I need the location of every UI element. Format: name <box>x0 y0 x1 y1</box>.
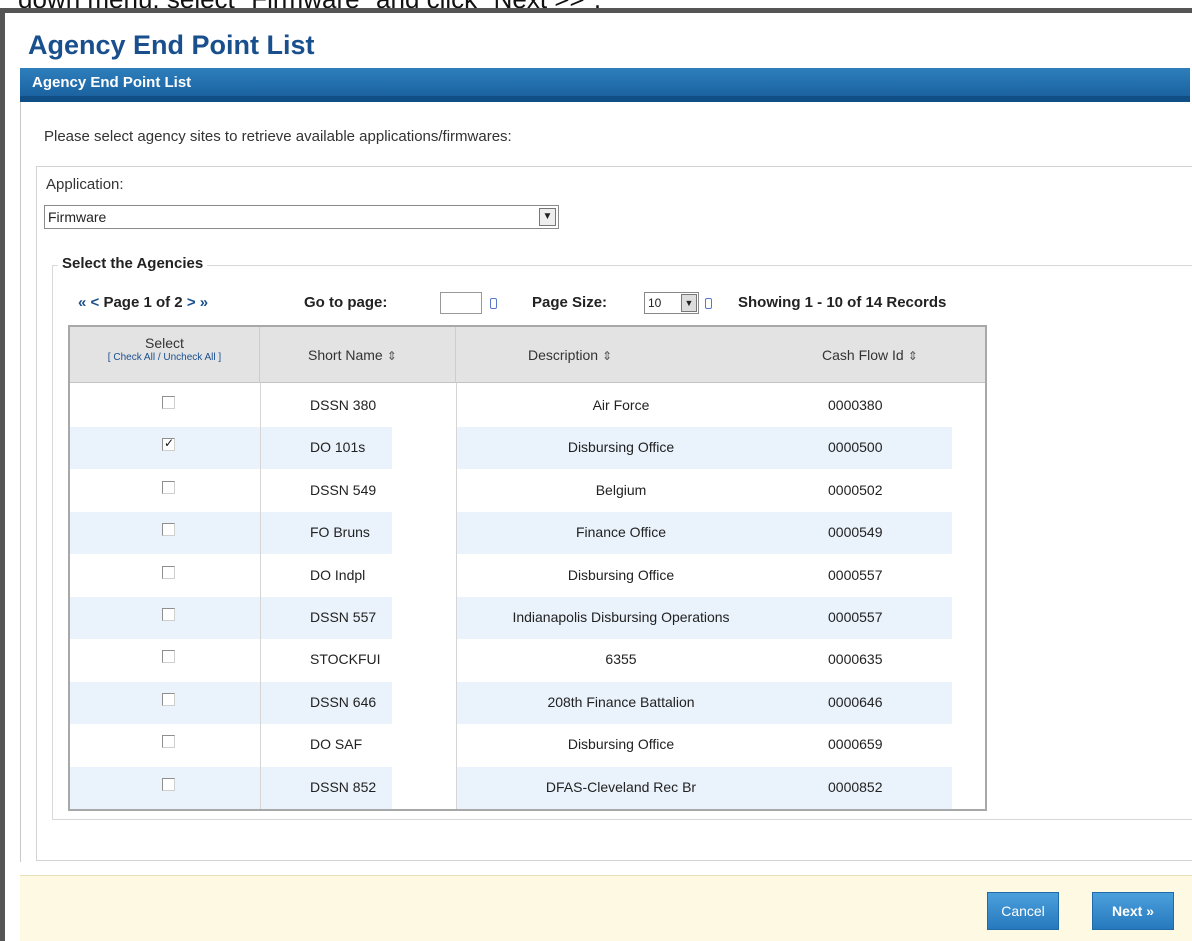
page-indicator: Page 1 of 2 <box>103 294 183 311</box>
application-label: Application: <box>46 176 124 193</box>
page-size-value: 10 <box>648 296 662 310</box>
header-cash-flow-id-label: Cash Flow Id <box>822 347 904 363</box>
table-row[interactable]: DO Indpl Disbursing Office 0000557 <box>70 555 985 597</box>
row-checkbox[interactable] <box>162 735 175 749</box>
cell-cash-flow-id: 0000380 <box>828 397 883 413</box>
sort-icon: ⇕ <box>602 349 613 363</box>
cell-description: Disbursing Office <box>567 566 675 583</box>
header-select-label: Select <box>145 335 184 351</box>
cell-description: Air Force <box>592 397 650 413</box>
column-divider <box>260 383 261 809</box>
checkmark-icon: ✓ <box>164 436 175 451</box>
column-divider <box>456 383 457 809</box>
page-size-spinner-icon[interactable] <box>705 298 712 309</box>
cell-short-name: DSSN 557 <box>310 609 377 625</box>
table-header: Select [ Check All / Uncheck All ] Short… <box>70 327 985 383</box>
next-page-link[interactable]: > <box>187 294 196 311</box>
column-gap <box>392 383 456 809</box>
last-page-link[interactable]: » <box>200 294 208 311</box>
row-checkbox[interactable] <box>162 650 175 664</box>
cell-short-name: DSSN 380 <box>310 397 377 413</box>
cell-cash-flow-id: 0000659 <box>828 736 883 753</box>
cell-description: Disbursing Office <box>567 736 675 753</box>
page-size-select[interactable]: 10 ▼ <box>644 292 699 314</box>
intro-text: Please select agency sites to retrieve a… <box>44 128 512 145</box>
sort-icon: ⇕ <box>907 349 918 363</box>
table-row[interactable]: DSSN 549 Belgium 0000502 <box>70 470 985 512</box>
cell-description: Indianapolis Disbursing Operations <box>512 609 730 625</box>
row-checkbox[interactable] <box>162 608 175 621</box>
table-row[interactable]: STOCKFUI 6355 0000635 <box>70 639 985 681</box>
cell-description: Belgium <box>595 481 647 498</box>
cell-description: DFAS-Cleveland Rec Br <box>545 778 697 795</box>
cell-short-name: DO 101s <box>310 439 366 456</box>
next-button[interactable]: Next » <box>1092 892 1174 930</box>
cell-cash-flow-id: 0000852 <box>828 778 883 795</box>
table-row[interactable]: DSSN 646 208th Finance Battalion 0000646 <box>70 681 985 724</box>
sort-icon: ⇕ <box>386 349 397 363</box>
cell-short-name: FO Bruns <box>310 524 370 541</box>
header-short-name[interactable]: Short Name ⇕ <box>260 327 456 383</box>
cell-short-name: DSSN 549 <box>310 481 377 498</box>
row-checkbox[interactable] <box>162 480 175 494</box>
first-page-link[interactable]: « <box>78 294 86 311</box>
header-short-name-label: Short Name <box>308 347 383 363</box>
header-cash-flow-id[interactable]: Cash Flow Id ⇕ <box>786 327 986 383</box>
application-select[interactable]: Firmware ▼ <box>44 205 559 229</box>
cell-short-name: DSSN 646 <box>310 693 377 710</box>
cell-description: Finance Office <box>575 524 666 541</box>
header-select: Select [ Check All / Uncheck All ] <box>70 327 260 383</box>
goto-page-input[interactable] <box>440 292 482 314</box>
cell-short-name: DO Indpl <box>310 566 366 583</box>
page-size-label: Page Size: <box>532 294 608 311</box>
cell-cash-flow-id: 0000635 <box>828 651 883 668</box>
row-checkbox[interactable] <box>162 692 175 706</box>
pager: « < Page 1 of 2 > » <box>78 294 208 311</box>
cell-cash-flow-id: 0000557 <box>828 609 883 625</box>
cell-short-name: STOCKFUI <box>310 651 381 668</box>
cell-description: Disbursing Office <box>567 439 675 456</box>
cell-short-name: DSSN 852 <box>310 778 377 795</box>
page-size-arrow-icon[interactable]: ▼ <box>681 294 697 312</box>
header-description-label: Description <box>528 347 599 363</box>
row-checkbox[interactable] <box>162 777 175 791</box>
page-title: Agency End Point List <box>28 30 315 60</box>
cancel-button[interactable]: Cancel <box>987 892 1059 930</box>
cell-cash-flow-id: 0000549 <box>828 524 883 541</box>
goto-page-label: Go to page: <box>304 294 388 311</box>
cell-short-name: DO SAF <box>310 736 363 753</box>
table-row[interactable]: ✓ DO 101s Disbursing Office 0000500 <box>70 427 985 470</box>
row-checkbox[interactable] <box>162 523 175 537</box>
agencies-legend: Select the Agencies <box>58 255 208 272</box>
column-gap <box>952 383 985 809</box>
records-count: Showing 1 - 10 of 14 Records <box>738 294 947 311</box>
table-row[interactable]: DO SAF Disbursing Office 0000659 <box>70 724 985 766</box>
cell-cash-flow-id: 0000557 <box>828 566 883 583</box>
table-row[interactable]: FO Bruns Finance Office 0000549 <box>70 512 985 555</box>
row-checkbox[interactable] <box>162 396 175 409</box>
dropdown-arrow-icon[interactable]: ▼ <box>539 208 556 226</box>
application-select-value: Firmware <box>48 209 107 225</box>
row-checkbox[interactable]: ✓ <box>162 436 175 452</box>
agencies-table: Select [ Check All / Uncheck All ] Short… <box>68 325 987 811</box>
cell-cash-flow-id: 0000646 <box>828 693 883 710</box>
cell-description: 208th Finance Battalion <box>547 693 695 710</box>
prev-page-link[interactable]: < <box>91 294 100 311</box>
table-row[interactable]: DSSN 852 DFAS-Cleveland Rec Br 0000852 <box>70 766 985 809</box>
cell-cash-flow-id: 0000500 <box>828 439 883 456</box>
goto-spinner-icon[interactable] <box>490 298 497 309</box>
check-all-link[interactable]: [ Check All / Uncheck All ] <box>70 352 259 363</box>
table-row[interactable]: DSSN 557 Indianapolis Disbursing Operatio… <box>70 597 985 639</box>
panel-header: Agency End Point List <box>20 68 1190 102</box>
table-row[interactable]: DSSN 380 Air Force 0000380 <box>70 385 985 427</box>
row-checkbox[interactable] <box>162 565 175 579</box>
cell-description: 6355 <box>605 651 637 668</box>
cell-cash-flow-id: 0000502 <box>828 481 883 498</box>
